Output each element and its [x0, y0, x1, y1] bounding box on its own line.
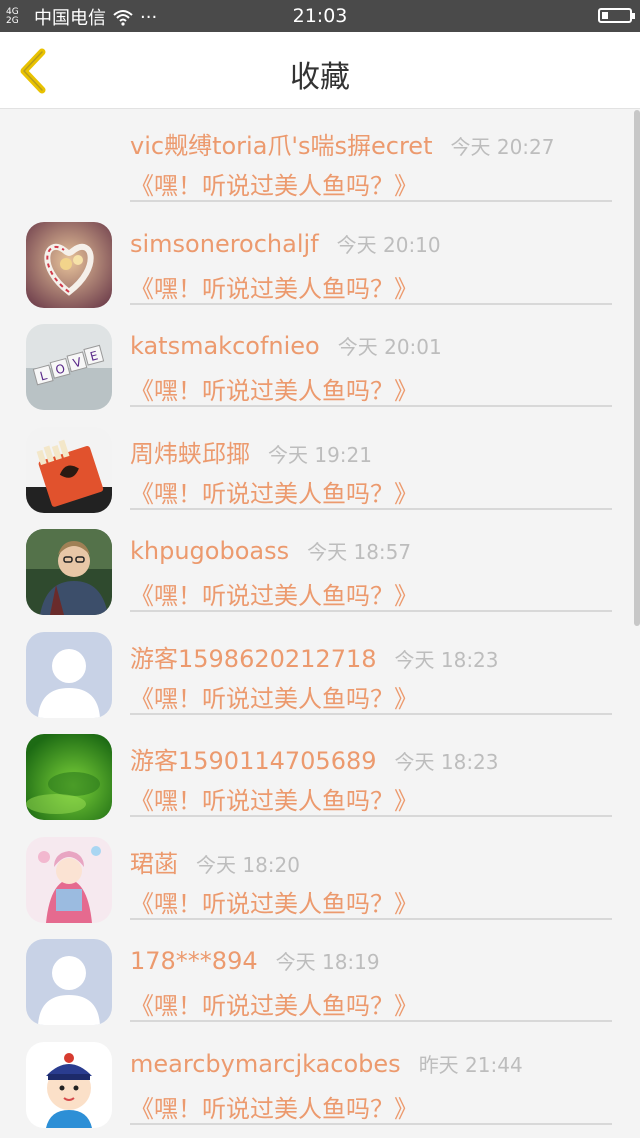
battery-icon: [598, 8, 635, 23]
divider: [130, 1020, 612, 1022]
timestamp: 今天 18:23: [394, 750, 499, 774]
name-line: 珺菡 今天 18:20: [130, 844, 300, 879]
name-line: khpugoboass 今天 18:57: [130, 536, 411, 565]
divider: [130, 507, 612, 510]
divider: [130, 405, 612, 407]
divider: [130, 917, 612, 920]
list-item[interactable]: 游客1598620212718 今天 18:23 《嘿！听说过美人鱼吗？》: [0, 623, 640, 726]
divider: [130, 302, 612, 305]
timestamp: 今天 18:23: [394, 647, 499, 672]
avatar[interactable]: LOVE: [26, 324, 112, 410]
message-title[interactable]: 《嘿！听说过美人鱼吗？》: [130, 884, 418, 919]
message-title[interactable]: 《嘿！听说过美人鱼吗？》: [130, 166, 418, 201]
divider: [130, 815, 612, 817]
name-line: mearcbymarcjkacobes 昨天 21:44: [130, 1049, 523, 1078]
avatar[interactable]: [26, 734, 112, 820]
name-line: simsonerochaljf 今天 20:10: [130, 229, 441, 258]
name-line: 周炜蛱邱揶 今天 19:21: [130, 434, 372, 469]
timestamp: 今天 18:20: [196, 852, 300, 877]
user-name[interactable]: mearcbymarcjkacobes: [130, 1050, 401, 1078]
timestamp: 今天 20:10: [336, 232, 441, 257]
user-name[interactable]: 游客1598620212718: [130, 639, 377, 674]
message-title[interactable]: 《嘿！听说过美人鱼吗？》: [130, 986, 418, 1021]
avatar[interactable]: [26, 836, 112, 923]
user-name[interactable]: khpugoboass: [130, 537, 289, 565]
user-name[interactable]: simsonerochaljf: [130, 230, 319, 258]
list-item[interactable]: 珺菡 今天 18:20 《嘿！听说过美人鱼吗？》: [0, 828, 640, 931]
user-name[interactable]: vic觍缚toria爪's喘s摒ecret: [130, 126, 432, 161]
message-title[interactable]: 《嘿！听说过美人鱼吗？》: [130, 781, 418, 816]
timestamp: 今天 18:19: [275, 950, 380, 974]
user-name[interactable]: 珺菡: [130, 844, 178, 879]
message-title[interactable]: 《嘿！听说过美人鱼吗？》: [130, 474, 418, 509]
divider: [130, 1122, 612, 1125]
message-title[interactable]: 《嘿！听说过美人鱼吗？》: [130, 371, 418, 406]
avatar[interactable]: [26, 426, 112, 513]
divider: [130, 610, 612, 612]
user-name[interactable]: 游客1590114705689: [130, 741, 377, 776]
user-name[interactable]: 周炜蛱邱揶: [130, 434, 250, 469]
user-name[interactable]: katsmakcofnieo: [130, 332, 320, 360]
favorites-list: vic觍缚toria爪's喘s摒ecret 今天 20:27 《嘿！听说过美人鱼吗？…: [0, 110, 640, 1138]
avatar[interactable]: [26, 939, 112, 1025]
list-item[interactable]: vic觍缚toria爪's喘s摒ecret 今天 20:27 《嘿！听说过美人鱼吗？…: [0, 110, 640, 213]
list-item[interactable]: mearcbymarcjkacobes 昨天 21:44 《嘿！听说过美人鱼吗？》: [0, 1033, 640, 1136]
list-item[interactable]: 周炜蛱邱揶 今天 19:21 《嘿！听说过美人鱼吗？》: [0, 418, 640, 521]
list-item[interactable]: simsonerochaljf 今天 20:10 《嘿！听说过美人鱼吗？》: [0, 213, 640, 316]
timestamp: 昨天 21:44: [418, 1052, 523, 1077]
list-item[interactable]: 178***894 今天 18:19 《嘿！听说过美人鱼吗？》: [0, 930, 640, 1033]
list-item[interactable]: L O V E katsmakcofnieo 今天 20:01 《嘿！听说过美人鱼吗？》: [0, 315, 640, 418]
timestamp: 今天 20:27: [450, 135, 555, 159]
avatar[interactable]: [26, 631, 112, 718]
message-title[interactable]: 《嘿！听说过美人鱼吗？》: [130, 1089, 418, 1124]
user-name[interactable]: 178***894: [130, 947, 258, 975]
list-item[interactable]: khpugoboass 今天 18:57 《嘿！听说过美人鱼吗？》: [0, 520, 640, 623]
name-line: vic觍缚toria爪's喘s摒ecret 今天 20:27: [130, 126, 554, 161]
message-title[interactable]: 《嘿！听说过美人鱼吗？》: [130, 269, 418, 304]
name-line: 游客1598620212718 今天 18:23: [130, 639, 499, 674]
scrollbar[interactable]: [634, 110, 640, 626]
message-title[interactable]: 《嘿！听说过美人鱼吗？》: [130, 576, 418, 611]
page-title: 收藏: [290, 60, 350, 95]
timestamp: 今天 18:57: [307, 540, 412, 564]
avatar[interactable]: [26, 529, 112, 615]
avatar[interactable]: [26, 1041, 112, 1128]
timestamp: 今天 19:21: [268, 442, 372, 467]
clock: 21:03: [292, 5, 348, 27]
timestamp: 今天 20:01: [337, 335, 442, 359]
title-bar: 收藏: [0, 32, 640, 109]
divider: [130, 200, 612, 202]
divider: [130, 712, 612, 715]
list-item[interactable]: 游客1590114705689 今天 18:23 《嘿！听说过美人鱼吗？》: [0, 725, 640, 828]
name-line: katsmakcofnieo 今天 20:01: [130, 331, 442, 360]
message-title[interactable]: 《嘿！听说过美人鱼吗？》: [130, 679, 418, 714]
name-line: 游客1590114705689 今天 18:23: [130, 741, 499, 776]
avatar[interactable]: [26, 221, 112, 308]
status-bar: 4G 2G 中国电信 ··· 21:03: [0, 0, 640, 32]
name-line: 178***894 今天 18:19: [130, 946, 380, 975]
